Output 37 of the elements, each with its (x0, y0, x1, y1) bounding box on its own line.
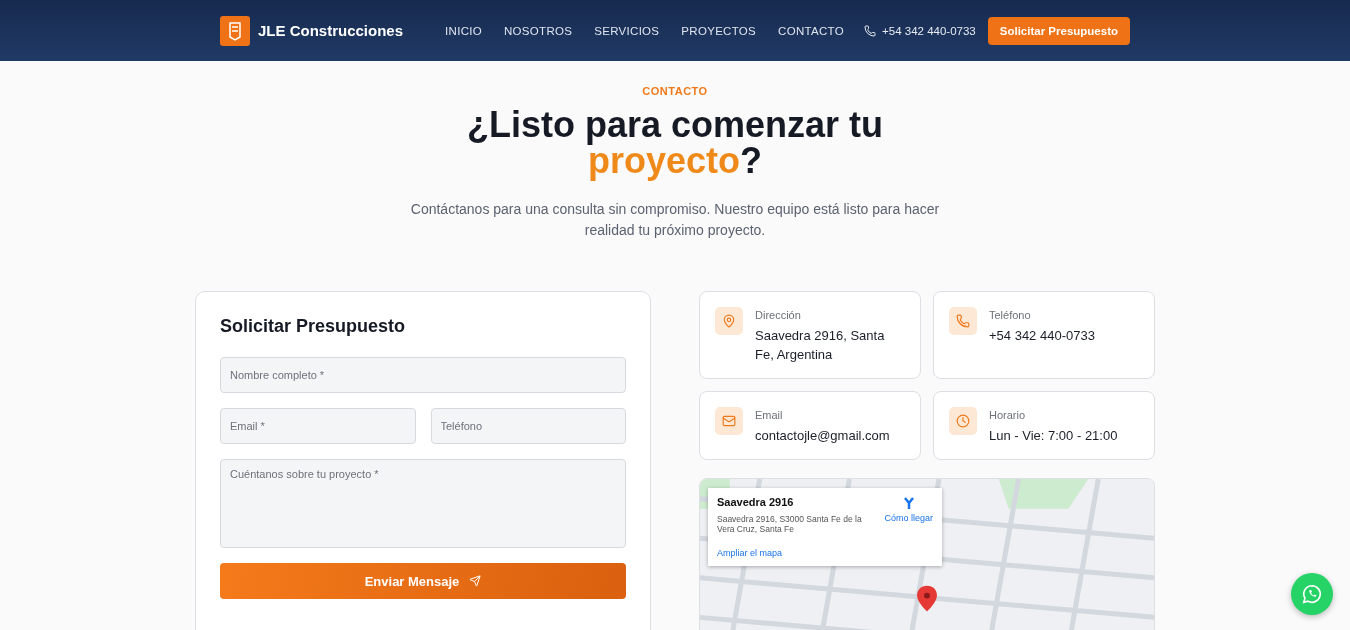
directions-icon (901, 496, 916, 510)
info-value: +54 342 440-0733 (989, 327, 1095, 345)
nav-link[interactable]: SERVICIOS (594, 24, 660, 37)
place-address: Saavedra 2916, S3000 Santa Fe de la Vera Cruz, Santa Fe (717, 514, 863, 534)
info-value: contactojle@gmail.com (755, 427, 890, 445)
phone-icon (949, 307, 977, 335)
info-value: Lun - Vie: 7:00 - 21:00 (989, 427, 1118, 445)
form-title: Solicitar Presupuesto (220, 316, 407, 337)
input-field[interactable]: Teléfono (430, 408, 626, 444)
message-field[interactable]: Cuéntanos sobre tu proyecto * (220, 459, 626, 548)
place-name: Saavedra 2916 (717, 496, 795, 508)
phone-icon (864, 24, 877, 37)
brand-name: JLE Construcciones (258, 22, 404, 39)
section-eyebrow: CONTACTO (642, 85, 708, 97)
nav-link[interactable]: INICIO (445, 24, 482, 37)
enlarge-map-link[interactable]: Ampliar el mapa (717, 548, 879, 558)
info-value: Saavedra 2916, Santa Fe, Argentina (755, 327, 886, 364)
info-label: Horario (989, 409, 1027, 421)
whatsapp-button[interactable] (1291, 573, 1333, 615)
input-field[interactable]: Email * (220, 408, 416, 444)
nav-link[interactable]: PROYECTOS (681, 24, 757, 37)
directions-link[interactable]: Cómo llegar (884, 496, 933, 558)
phone-number: +54 342 440-0733 (882, 24, 976, 37)
clock-icon (949, 407, 977, 435)
section-subtitle: Contáctanos para una consulta sin compromiso. Nuestro equipo está listo para hacer realidad tu próximo proyecto. (409, 200, 941, 240)
logo-icon (220, 15, 250, 46)
info-label: Dirección (755, 309, 802, 321)
nav-link[interactable]: CONTACTO (778, 24, 844, 37)
whatsapp-icon (1301, 583, 1323, 605)
nav-link[interactable]: NOSOTROS (504, 24, 573, 37)
map-pin-icon (715, 307, 743, 335)
mail-icon (715, 407, 743, 435)
input-field[interactable]: Nombre completo * (220, 357, 626, 393)
info-label: Teléfono (989, 309, 1032, 321)
send-icon (469, 575, 482, 587)
info-label: Email (755, 409, 784, 421)
section-title: ¿Listo para comenzar tu proyecto? (465, 107, 885, 179)
